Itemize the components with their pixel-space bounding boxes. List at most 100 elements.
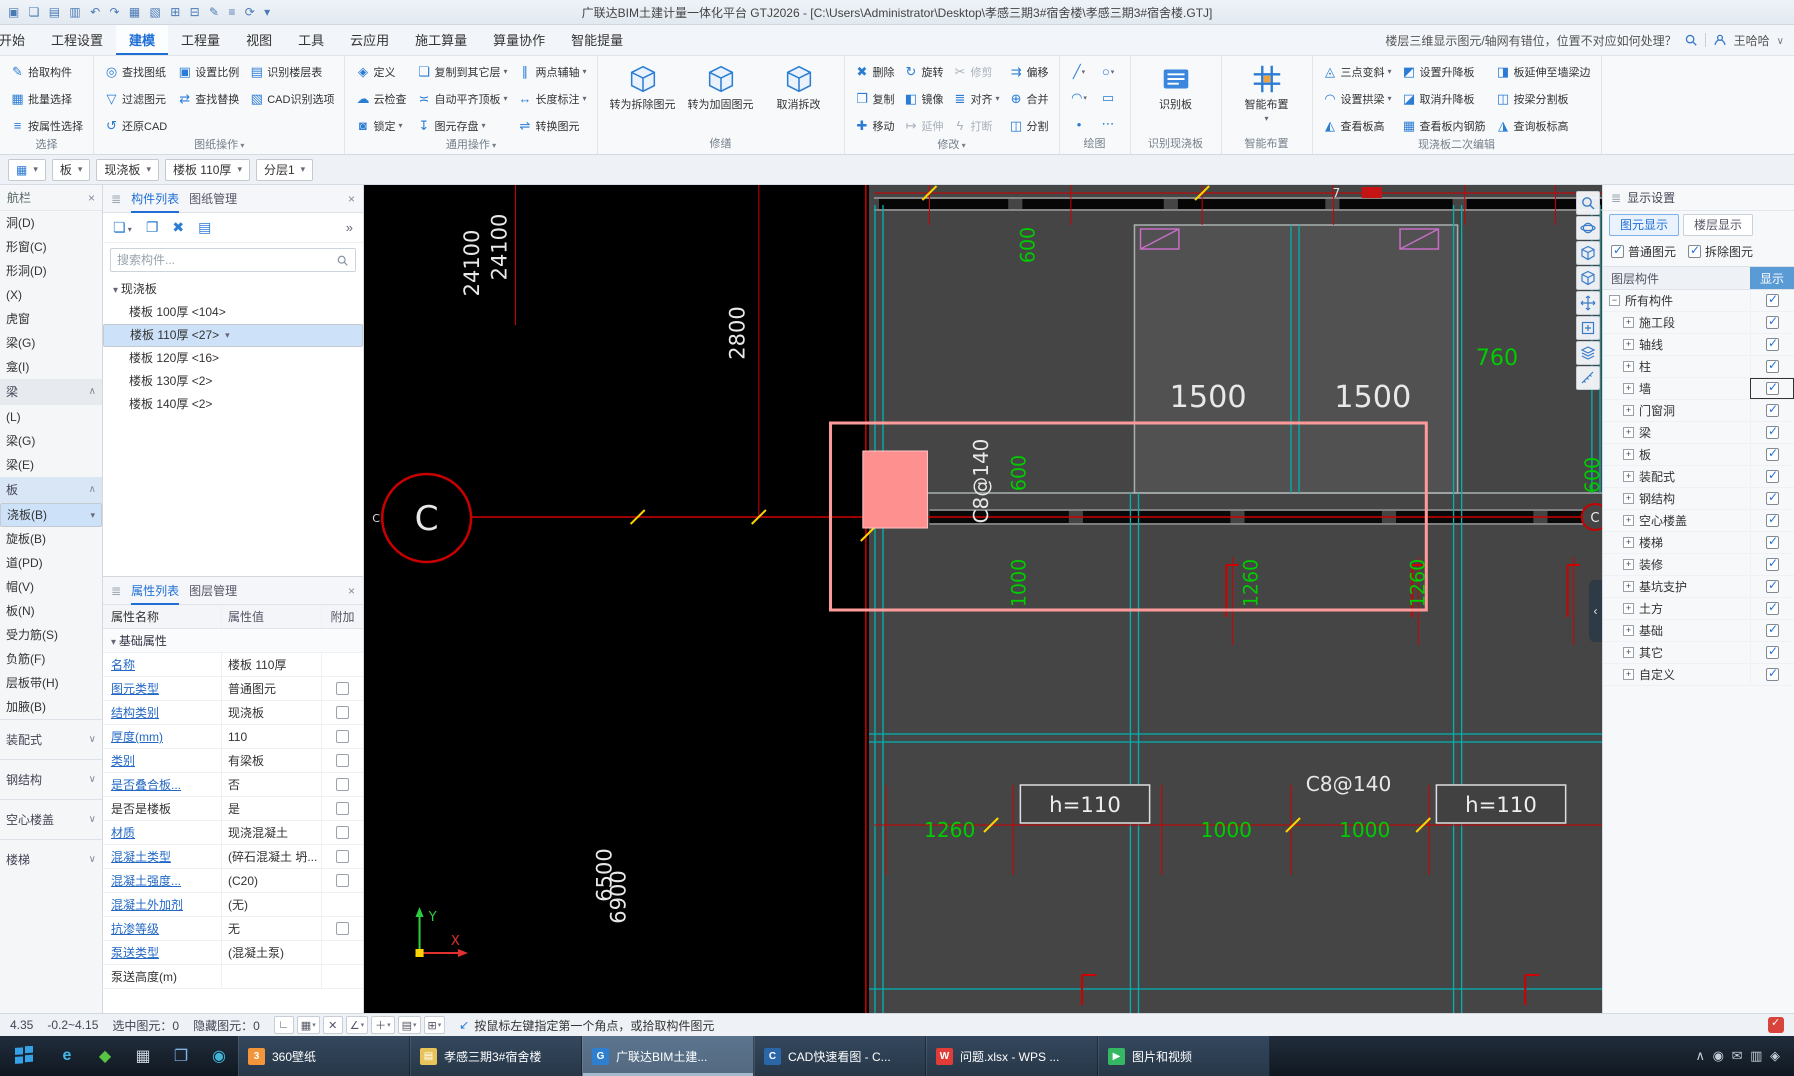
status-tool-button[interactable]: ▦ — [296, 1016, 320, 1034]
layer-row[interactable]: + 梁 — [1603, 422, 1794, 444]
layer-row[interactable]: + 基坑支护 — [1603, 576, 1794, 598]
search-icon[interactable] — [336, 254, 349, 267]
system-tray[interactable]: ∧ ◉ ✉ ▥ ◈ — [1684, 1036, 1794, 1076]
expander-icon[interactable]: + — [1623, 493, 1634, 504]
search-icon[interactable] — [1684, 33, 1698, 47]
property-value[interactable]: 现浇混凝土 — [221, 821, 321, 844]
nav-item[interactable]: 负筋(F) — [0, 647, 102, 671]
status-tool-button[interactable]: ＋ — [371, 1016, 395, 1034]
ribbon-tab[interactable]: 工程量 — [168, 25, 233, 55]
ribbon-button[interactable]: ◧ 镜像 — [901, 86, 947, 111]
taskbar-quick-icon[interactable]: ▦ — [124, 1036, 162, 1076]
zoom-button[interactable] — [1576, 191, 1600, 215]
expander-icon[interactable]: + — [1623, 647, 1634, 658]
visibility-checkbox[interactable] — [1766, 600, 1779, 615]
visibility-checkbox[interactable] — [1766, 424, 1779, 439]
layer-row[interactable]: + 空心楼盖 — [1603, 510, 1794, 532]
nav-item[interactable]: (X) — [0, 283, 102, 307]
ribbon-button[interactable]: ↧ 图元存盘 — [413, 113, 510, 138]
element-type-icon-dropdown[interactable]: ▦ — [8, 158, 46, 181]
property-value[interactable]: 无 — [221, 917, 321, 940]
pan-button[interactable] — [1576, 291, 1600, 315]
ribbon-button[interactable]: ∥ 两点辅轴 — [514, 59, 589, 84]
layer-row[interactable]: + 其它 — [1603, 642, 1794, 664]
nav-item[interactable]: 钢结构 — [0, 759, 102, 799]
ribbon-tab[interactable]: 开始 — [0, 25, 38, 55]
layer-row[interactable]: + 自定义 — [1603, 664, 1794, 686]
ribbon-button[interactable]: ⇄ 查找替换 — [174, 86, 242, 111]
filter-checkbox-item[interactable]: 拆除图元 — [1688, 243, 1753, 260]
expander-icon[interactable]: + — [1623, 515, 1634, 526]
taskbar-quick-icon[interactable]: e — [48, 1036, 86, 1076]
cad-drawing[interactable]: C C C 24100 24100 2800 6500 6900 1500 15… — [364, 185, 1602, 1013]
tray-icons[interactable]: ∧ ◉ ✉ ▥ ◈ — [1696, 1048, 1782, 1064]
status-tool-button[interactable]: ▤ — [397, 1016, 421, 1034]
cad-viewport[interactable]: C C C 24100 24100 2800 6500 6900 1500 15… — [364, 185, 1602, 1013]
expander-icon[interactable]: + — [1623, 471, 1634, 482]
ribbon-button[interactable]: ✖ 删除 — [852, 59, 898, 84]
ribbon-tab[interactable]: 工程设置 — [38, 25, 116, 55]
nav-item[interactable]: 形洞(D) — [0, 259, 102, 283]
status-tool-button[interactable]: ∟ — [273, 1016, 294, 1034]
collapse-ribbon-icon[interactable] — [1777, 33, 1784, 47]
close-icon[interactable]: × — [348, 192, 355, 206]
close-icon[interactable]: × — [88, 191, 95, 205]
attach-checkbox[interactable] — [336, 826, 349, 839]
identify-slab-button[interactable]: 识别板 — [1138, 59, 1214, 112]
panel-tab[interactable]: 图层管理 — [189, 577, 237, 605]
draw-tool-button[interactable]: ╱ — [1067, 59, 1092, 84]
expander-icon[interactable]: + — [1623, 383, 1634, 394]
display-tab[interactable]: 楼层显示 — [1683, 214, 1754, 236]
taskbar-window-button[interactable]: W 问题.xlsx - WPS ... — [926, 1036, 1098, 1076]
property-group-row[interactable]: 基础属性 — [103, 629, 363, 653]
ribbon-button[interactable]: ≍ 自动平齐顶板 — [413, 86, 510, 111]
nav-item[interactable]: 梁(E) — [0, 453, 102, 477]
ribbon-button[interactable]: ▣ 设置比例 — [174, 59, 242, 84]
smart-layout-button[interactable]: 智能布置 — [1229, 59, 1305, 125]
taskbar-window-button[interactable]: ▶ 图片和视频 — [1098, 1036, 1270, 1076]
taskbar-window-button[interactable]: G 广联达BIM土建... — [582, 1036, 754, 1076]
layer-row[interactable]: + 土方 — [1603, 598, 1794, 620]
ribbon-button[interactable]: ◬ 三点变斜 — [1320, 59, 1395, 84]
taskbar-quick-icon[interactable]: ❐ — [162, 1036, 200, 1076]
draw-tool-button[interactable]: ◠ — [1067, 85, 1092, 110]
layer-row[interactable]: + 门窗洞 — [1603, 400, 1794, 422]
expander-icon[interactable]: + — [1623, 427, 1634, 438]
expander-icon[interactable]: + — [1623, 537, 1634, 548]
ribbon-tab[interactable]: 智能提量 — [558, 25, 636, 55]
nav-item[interactable]: 层板带(H) — [0, 671, 102, 695]
expander-icon[interactable]: + — [1623, 361, 1634, 372]
property-name[interactable]: 是否叠合板... — [103, 773, 221, 796]
nav-item[interactable]: 虎窗 — [0, 307, 102, 331]
visibility-checkbox[interactable] — [1766, 380, 1779, 395]
visibility-checkbox[interactable] — [1766, 292, 1779, 307]
nav-item[interactable]: 楼梯 — [0, 839, 102, 879]
property-value[interactable]: 普通图元 — [221, 677, 321, 700]
attach-checkbox[interactable] — [336, 682, 349, 695]
layer-row[interactable]: + 板 — [1603, 444, 1794, 466]
expander-icon[interactable]: + — [1623, 603, 1634, 614]
status-tool-button[interactable]: ⊞ — [423, 1016, 446, 1034]
ribbon-button[interactable]: ≣ 对齐 — [950, 86, 1003, 111]
panel-tab[interactable]: 属性列表 — [131, 577, 179, 605]
nav-item[interactable]: 道(PD) — [0, 551, 102, 575]
ribbon-big-button[interactable]: 转为拆除图元 — [605, 59, 681, 112]
panel-collapse-handle[interactable]: ‹ — [1589, 580, 1602, 642]
property-value[interactable] — [221, 965, 321, 988]
layer-row[interactable]: + 钢结构 — [1603, 488, 1794, 510]
expander-icon[interactable]: + — [1623, 405, 1634, 416]
property-name[interactable]: 类别 — [103, 749, 221, 772]
nav-item[interactable]: 加腋(B) — [0, 695, 102, 719]
property-name[interactable]: 图元类型 — [103, 677, 221, 700]
layer-row[interactable]: + 墙 — [1603, 378, 1794, 400]
nav-item[interactable]: 板(N) — [0, 599, 102, 623]
iso-view-button[interactable] — [1576, 266, 1600, 290]
ribbon-big-button[interactable]: 转为加固图元 — [683, 59, 759, 112]
layer-row[interactable]: + 楼梯 — [1603, 532, 1794, 554]
ribbon-button[interactable]: ◫ 按梁分割板 — [1493, 86, 1594, 111]
ribbon-button[interactable]: ✎ 拾取构件 — [7, 59, 75, 84]
visibility-checkbox[interactable] — [1766, 666, 1779, 681]
ribbon-button[interactable]: ▤ 识别楼层表 — [246, 59, 337, 84]
ribbon-tab[interactable]: 云应用 — [337, 25, 402, 55]
orbit-button[interactable] — [1576, 216, 1600, 240]
